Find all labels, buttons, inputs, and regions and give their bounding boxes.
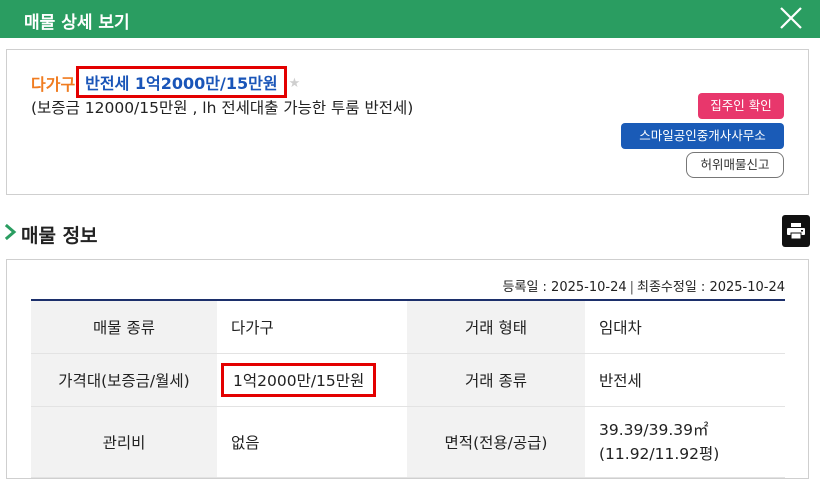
table-label: 가격대(보증금/월세) bbox=[31, 354, 217, 406]
star-icon[interactable]: ★ bbox=[289, 76, 301, 91]
listing-description: (보증금 12000/15만원 , lh 전세대출 가능한 투룸 반전세) bbox=[31, 99, 414, 117]
table-label: 매물 종류 bbox=[31, 301, 217, 353]
table-value: 임대차 bbox=[585, 301, 785, 353]
price-value: 1억2000만/15만원 bbox=[221, 363, 377, 397]
table-value: 다가구 bbox=[217, 301, 407, 353]
table-row: 매물 종류 다가구 거래 형태 임대차 bbox=[31, 301, 785, 354]
table-value: 반전세 bbox=[585, 354, 785, 406]
area-pyeong: (11.92/11.92평) bbox=[599, 445, 720, 463]
table-label: 거래 종류 bbox=[407, 354, 585, 406]
print-button[interactable] bbox=[782, 215, 810, 247]
price-headline: 반전세 1억2000만/15만원 bbox=[76, 66, 287, 98]
modified-date: 최종수정일 : 2025-10-24 bbox=[637, 280, 785, 295]
property-details-panel: 등록일 : 2025-10-24 | 최종수정일 : 2025-10-24 매물 종… bbox=[6, 259, 809, 479]
titlebar: 매물 상세 보기 bbox=[0, 0, 820, 38]
date-info: 등록일 : 2025-10-24 | 최종수정일 : 2025-10-24 bbox=[502, 280, 785, 295]
chevron-right-icon bbox=[4, 223, 17, 241]
registered-date: 등록일 : 2025-10-24 bbox=[502, 280, 627, 295]
table-row: 관리비 없음 면적(전용/공급) 39.39/39.39㎡ (11.92/11.… bbox=[31, 407, 785, 478]
page-title: 매물 상세 보기 bbox=[24, 13, 130, 33]
agency-badge[interactable]: 스마일공인중개사사무소 bbox=[621, 123, 784, 149]
area-sqm: 39.39/39.39㎡ bbox=[599, 421, 709, 439]
table-value-cell: 1억2000만/15만원 bbox=[217, 354, 407, 406]
report-false-listing-button[interactable]: 허위매물신고 bbox=[686, 152, 784, 178]
listing-summary: 다가구 반전세 1억2000만/15만원 ★ (보증금 12000/15만원 , l… bbox=[6, 49, 809, 195]
property-type: 다가구 bbox=[31, 75, 76, 94]
section-title: 매물 정보 bbox=[21, 225, 98, 247]
table-label: 거래 형태 bbox=[407, 301, 585, 353]
close-icon[interactable] bbox=[778, 5, 804, 31]
owner-verified-badge[interactable]: 집주인 확인 bbox=[698, 93, 784, 119]
property-info-table: 매물 종류 다가구 거래 형태 임대차 가격대(보증금/월세) 1억2000만/… bbox=[31, 299, 785, 478]
table-row: 가격대(보증금/월세) 1억2000만/15만원 거래 종류 반전세 bbox=[31, 354, 785, 407]
printer-icon bbox=[787, 223, 805, 239]
listing-headline: 다가구 반전세 1억2000만/15만원 ★ bbox=[31, 66, 301, 99]
